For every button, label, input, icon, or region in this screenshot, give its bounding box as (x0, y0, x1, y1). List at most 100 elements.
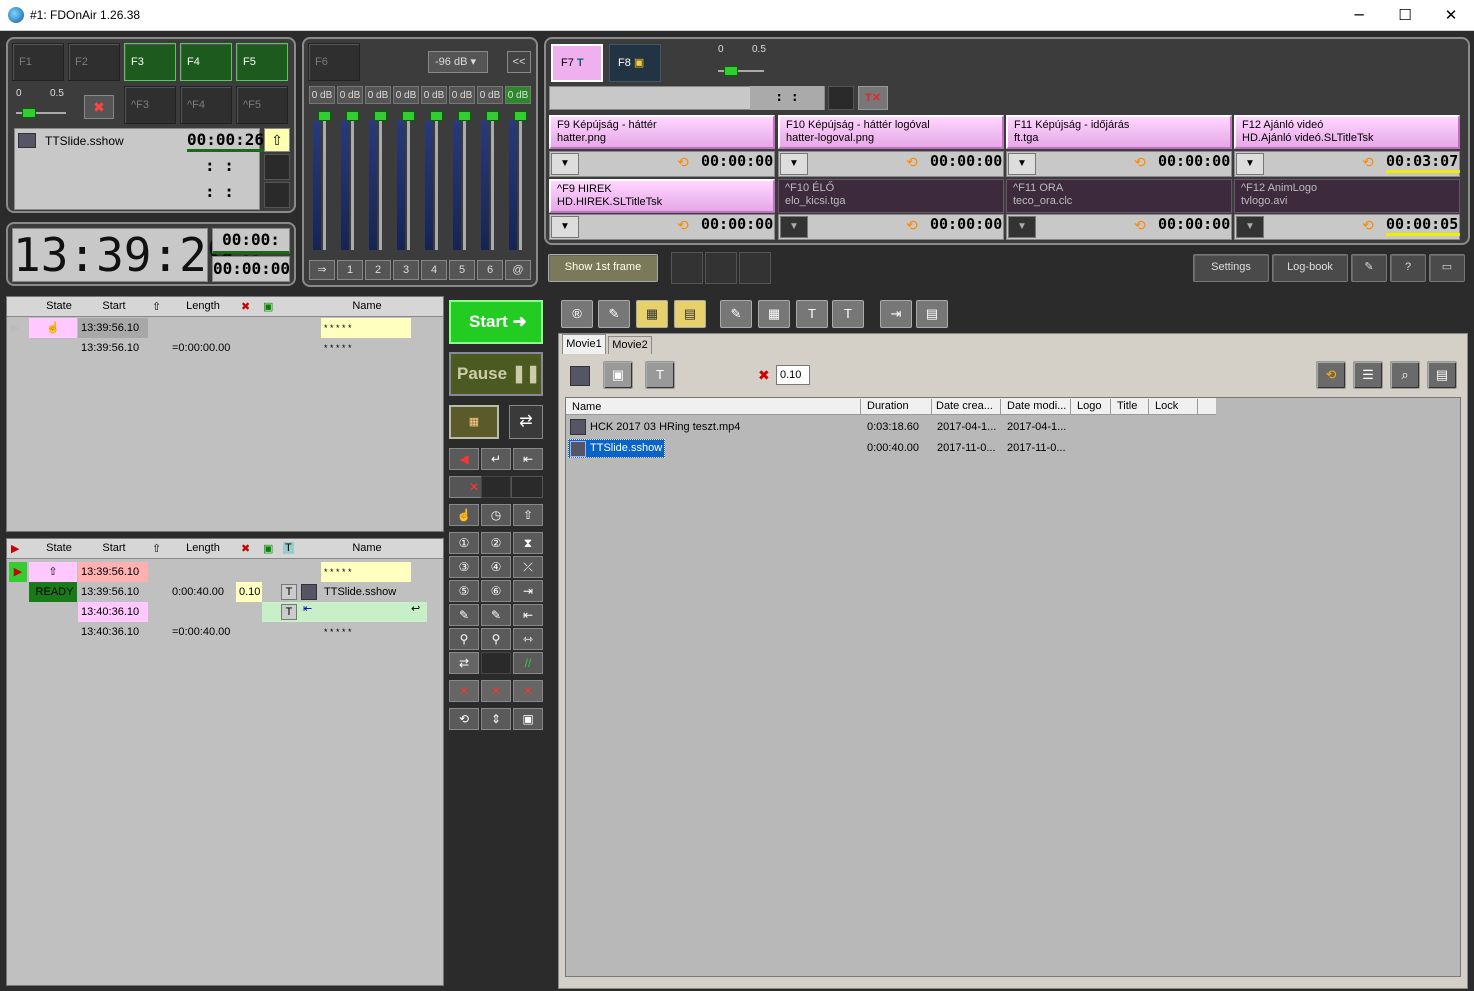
gfx-slot[interactable]: F10 Képújság - háttér logóval hatter-logo… (778, 115, 1004, 149)
channel-fader[interactable] (430, 111, 443, 121)
file-col-name[interactable]: Name (572, 401, 601, 413)
loop-icon[interactable]: ⟲ (449, 708, 479, 730)
fkey-f1[interactable]: F1 (12, 43, 64, 81)
channel-db-label[interactable]: 0 dB (477, 86, 503, 104)
hourglass-icon[interactable]: ⧗ (513, 532, 543, 554)
channel-fader[interactable] (458, 111, 471, 121)
channel-button[interactable]: 6 (477, 260, 503, 280)
col-length[interactable]: Length (185, 300, 221, 312)
chevron-down-icon[interactable]: ▼ (551, 216, 579, 238)
up-icon[interactable]: ⇧ (513, 504, 543, 526)
slash-icon[interactable]: // (513, 652, 543, 674)
col-start-2[interactable]: Start (99, 542, 129, 554)
draw-icon[interactable]: ✎ (720, 300, 752, 328)
file-col-created[interactable]: Date crea... (931, 399, 993, 414)
chevron-down-icon[interactable]: ▼ (780, 216, 808, 238)
properties-icon[interactable]: ▤ (1427, 361, 1457, 389)
channel-fader[interactable] (374, 111, 387, 121)
close-button[interactable]: ✕ (1428, 0, 1474, 31)
grid-icon[interactable]: ▦ (758, 300, 790, 328)
channel-db-label[interactable]: 0 dB (393, 86, 419, 104)
clip-mode-icon[interactable]: ▦ (449, 405, 499, 439)
channel-fader[interactable] (318, 111, 331, 121)
fkey-shift-f5[interactable]: ^F5 (236, 86, 288, 124)
channel-fader[interactable] (514, 111, 527, 121)
settings-button[interactable]: Settings (1193, 254, 1269, 282)
fkey-shift-f4[interactable]: ^F4 (180, 86, 232, 124)
fader-track[interactable] (519, 120, 522, 250)
col-length-2[interactable]: Length (185, 542, 221, 554)
save-icon[interactable]: ▣ (513, 708, 543, 730)
gfx-shift-slot[interactable]: ^F10 ÉLŐ elo_kicsi.tga (778, 179, 1004, 213)
fkey-f8[interactable]: F8 ▣ (609, 44, 661, 82)
fkey-f4[interactable]: F4 (180, 43, 232, 81)
level-meter[interactable] (369, 120, 377, 250)
gfx-shift-slot[interactable]: ^F9 HIREK HD.HIREK.SLTitleTsk (549, 179, 775, 213)
hand-cue-icon[interactable]: ☝ (449, 504, 479, 526)
title-export-icon[interactable]: T (796, 300, 828, 328)
clear-title-button[interactable]: T✕ (858, 86, 888, 110)
clock-icon[interactable]: ◷ (481, 504, 511, 526)
swap-color-icon[interactable]: ⇄ (449, 652, 479, 674)
edit1-icon[interactable]: ✎ (449, 604, 479, 626)
title-add-icon[interactable]: T (832, 300, 864, 328)
edit-icon[interactable]: ✎ (598, 300, 630, 328)
level-meter[interactable] (313, 120, 321, 250)
start-button[interactable]: Start ➜ (449, 300, 543, 344)
search-icon[interactable]: ⌕ (1390, 361, 1420, 389)
delete-item-button[interactable]: ✖ (84, 95, 114, 119)
timeline-icon[interactable]: ▤ (674, 300, 706, 328)
gfx-slot[interactable]: F9 Képújság - háttér hatter.png (549, 115, 775, 149)
file-col-title[interactable]: Title (1110, 399, 1137, 414)
remove-1-icon[interactable]: ✕ (449, 680, 479, 702)
pause-button[interactable]: Pause ❚❚ (449, 352, 543, 396)
title-toggle-icon[interactable]: T (281, 584, 297, 600)
logbook-button[interactable]: Log-book (1272, 254, 1348, 282)
col-state-2[interactable]: State (39, 542, 79, 554)
collapse-button[interactable]: << (507, 51, 531, 73)
export-icon[interactable]: ⇥ (880, 300, 912, 328)
chevron-down-icon[interactable]: ▼ (1236, 216, 1264, 238)
level-meter[interactable] (509, 120, 517, 250)
level-meter[interactable] (397, 120, 405, 250)
channel-db-label[interactable]: 0 dB (309, 86, 335, 104)
channel-button[interactable]: 4 (421, 260, 447, 280)
chevron-down-icon[interactable]: ▼ (1008, 216, 1036, 238)
fkey-f5[interactable]: F5 (236, 43, 288, 81)
cam5-icon[interactable]: ⑤ (449, 580, 479, 602)
fader-track[interactable] (351, 120, 354, 250)
channel-fader[interactable] (346, 111, 359, 121)
up-arrow-button[interactable]: ⇧ (264, 128, 290, 152)
fkey-f3[interactable]: F3 (124, 43, 176, 81)
channel-button[interactable]: 5 (449, 260, 475, 280)
gfx-slider-thumb[interactable] (724, 66, 738, 76)
file-col-modified[interactable]: Date modi... (1000, 399, 1066, 414)
film-filter-icon[interactable] (570, 366, 590, 386)
remove-3-icon[interactable]: ✕ (513, 680, 543, 702)
tab-movie1[interactable]: Movie1 (562, 334, 606, 354)
refresh-icon[interactable]: ⟲ (1316, 361, 1346, 389)
folder-icon[interactable]: ▭ (1429, 254, 1465, 282)
vlc-icon[interactable]: ® (561, 300, 593, 328)
fkey-shift-f3[interactable]: ^F3 (124, 86, 176, 124)
channel-button[interactable]: 3 (393, 260, 419, 280)
title-filter-icon[interactable]: T (645, 361, 675, 389)
file1-name[interactable]: HCK 2017 03 HRing teszt.mp4 (590, 421, 740, 433)
rewind-icon[interactable]: ⇤ (513, 448, 543, 470)
channel-button[interactable]: @ (505, 260, 531, 280)
mic-off-icon[interactable]: ⚲ (481, 628, 511, 650)
channel-fader[interactable] (486, 111, 499, 121)
help-icon[interactable]: ? (1390, 254, 1426, 282)
gfx-shift-slot[interactable]: ^F12 AnimLogo tvlogo.avi (1234, 179, 1460, 213)
fader-track[interactable] (407, 120, 410, 250)
show-first-frame-button[interactable]: Show 1st frame (548, 254, 658, 282)
split-icon[interactable]: ⇿ (513, 628, 543, 650)
col-start[interactable]: Start (99, 300, 129, 312)
fkey-f2[interactable]: F2 (68, 43, 120, 81)
cam3-icon[interactable]: ③ (449, 556, 479, 578)
mic-icon[interactable]: ⚲ (449, 628, 479, 650)
mix-duration-input[interactable]: 0.10 (776, 365, 810, 385)
logo-filter-icon[interactable]: ▣ (603, 361, 633, 389)
gfx-shift-slot[interactable]: ^F11 ORA teco_ora.clc (1006, 179, 1232, 213)
tab-movie2[interactable]: Movie2 (608, 336, 652, 354)
